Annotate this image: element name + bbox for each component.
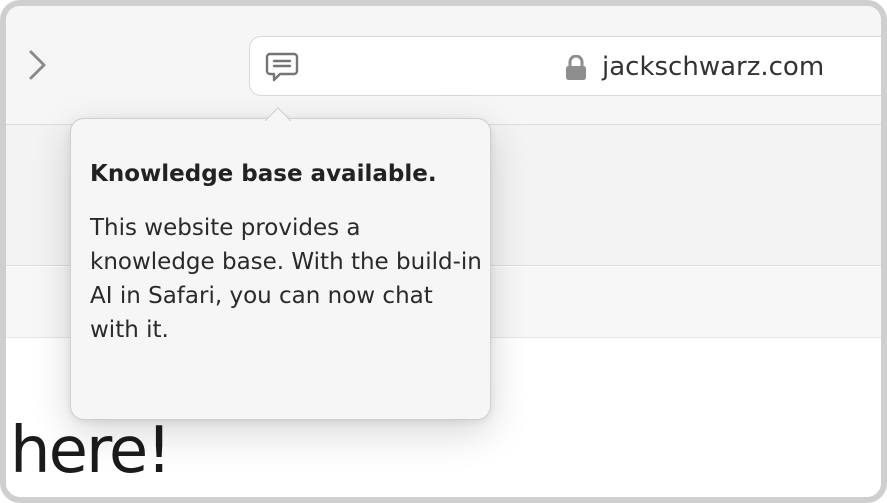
browser-window: jackschwarz.com here! Knowledge base ava… xyxy=(0,0,887,503)
popover-title: Knowledge base available. xyxy=(90,161,437,187)
knowledge-base-popover: Knowledge base available. This website p… xyxy=(70,107,491,420)
page-heading: here! xyxy=(10,414,172,488)
chat-button[interactable] xyxy=(264,51,300,83)
url-text: jackschwarz.com xyxy=(602,52,825,82)
chat-bubble-icon xyxy=(265,52,299,82)
chevron-right-icon xyxy=(29,50,46,80)
address-bar[interactable]: jackschwarz.com xyxy=(249,36,881,96)
lock-icon xyxy=(565,55,587,81)
forward-button[interactable] xyxy=(22,48,50,82)
browser-toolbar: jackschwarz.com xyxy=(6,6,881,125)
popover-arrow xyxy=(265,107,291,121)
popover-message: This website provides a knowledge base. … xyxy=(90,215,482,343)
